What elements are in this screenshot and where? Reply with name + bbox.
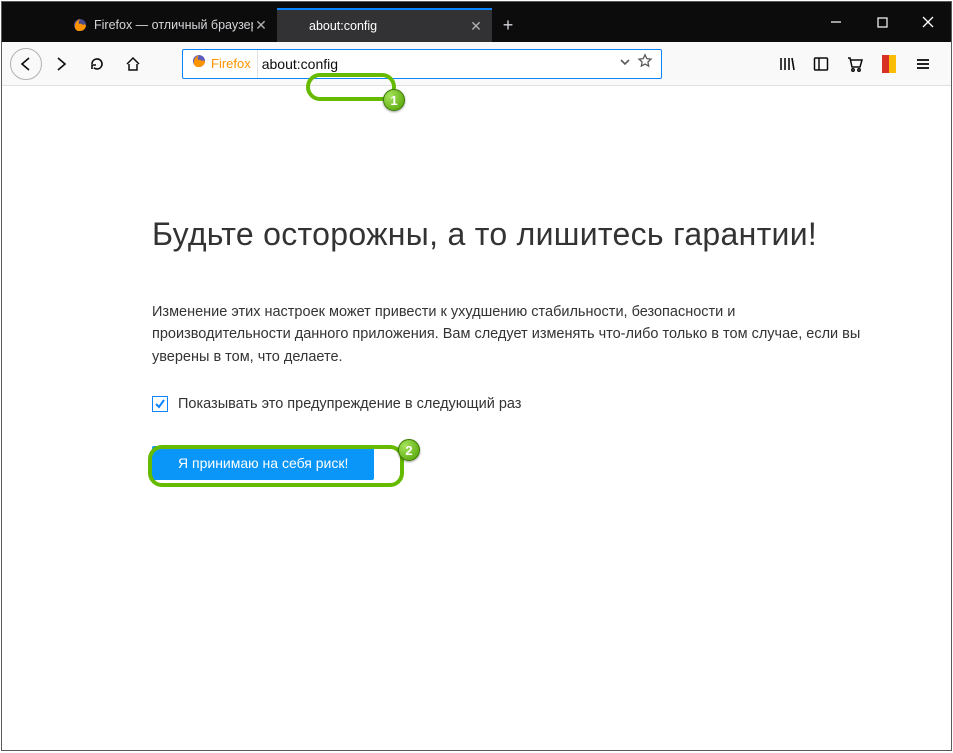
checkbox-label: Показывать это предупреждение в следующи… — [178, 396, 521, 412]
generic-page-icon — [287, 18, 303, 34]
url-input[interactable] — [258, 56, 611, 72]
menu-button[interactable] — [907, 48, 939, 80]
bookmark-icon[interactable] — [873, 48, 905, 80]
new-tab-button[interactable]: + — [492, 8, 524, 42]
forward-button[interactable] — [44, 48, 78, 80]
close-tab-icon[interactable]: ✕ — [468, 18, 484, 34]
firefox-icon — [191, 53, 207, 74]
title-bar: Firefox — отличный браузер д ✕ about:con… — [2, 2, 951, 42]
close-window-button[interactable] — [905, 2, 951, 42]
star-icon[interactable] — [637, 53, 653, 74]
page-content: Будьте осторожны, а то лишитесь гарантии… — [2, 86, 951, 750]
close-tab-icon[interactable]: ✕ — [253, 17, 269, 33]
checkbox-row[interactable]: Показывать это предупреждение в следующи… — [152, 396, 951, 412]
checkbox[interactable] — [152, 396, 168, 412]
callout-badge-1: 1 — [383, 89, 405, 111]
tab-label: about:config — [309, 19, 468, 33]
maximize-button[interactable] — [859, 2, 905, 42]
library-button[interactable] — [771, 48, 803, 80]
tab-strip: Firefox — отличный браузер д ✕ about:con… — [2, 2, 813, 42]
address-bar[interactable]: Firefox — [182, 49, 662, 79]
tab-firefox-home[interactable]: Firefox — отличный браузер д ✕ — [62, 8, 277, 42]
sidebar-button[interactable] — [805, 48, 837, 80]
identity-box[interactable]: Firefox — [183, 50, 258, 78]
callout-badge-2: 2 — [398, 439, 420, 461]
window-controls — [813, 2, 951, 42]
nav-toolbar: Firefox — [2, 42, 951, 86]
warning-description: Изменение этих настроек может привести к… — [152, 301, 872, 368]
warning-title: Будьте осторожны, а то лишитесь гарантии… — [152, 216, 951, 253]
minimize-button[interactable] — [813, 2, 859, 42]
cart-icon[interactable] — [839, 48, 871, 80]
tab-about-config[interactable]: about:config ✕ — [277, 8, 492, 42]
back-button[interactable] — [10, 48, 42, 80]
tab-label: Firefox — отличный браузер д — [94, 18, 253, 32]
dropdown-icon[interactable] — [619, 55, 631, 73]
accept-risk-button[interactable]: Я принимаю на себя риск! — [152, 446, 374, 480]
home-button[interactable] — [116, 48, 150, 80]
identity-label: Firefox — [211, 56, 251, 71]
firefox-icon — [72, 17, 88, 33]
reload-button[interactable] — [80, 48, 114, 80]
